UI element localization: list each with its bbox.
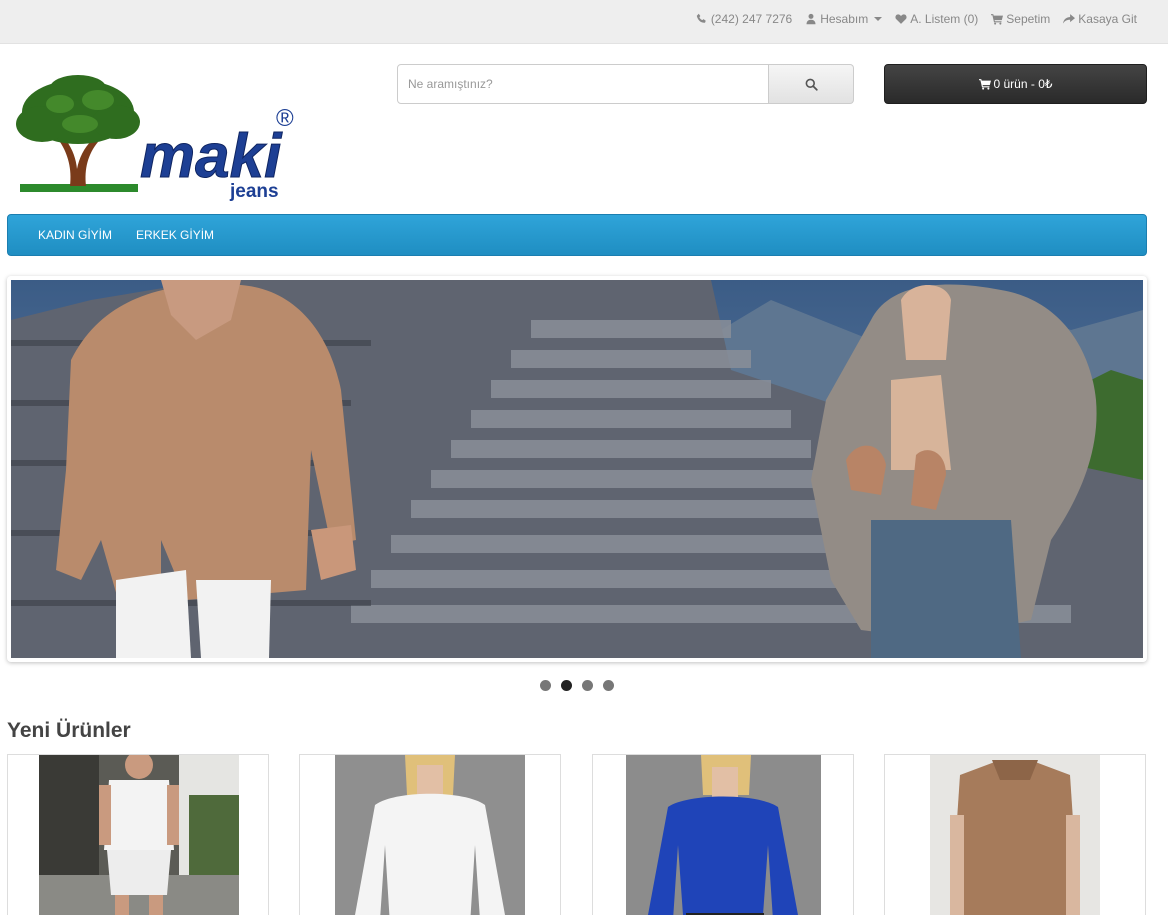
banner-slideshow[interactable] — [7, 276, 1147, 662]
product-image-men-outfit[interactable] — [39, 755, 239, 915]
cart-link[interactable]: Sepetim — [991, 12, 1050, 26]
search-bar — [397, 64, 854, 104]
cart-dropdown-button[interactable]: 0 ürün - 0₺ — [884, 64, 1147, 104]
slide-dot-2[interactable] — [561, 680, 572, 691]
caret-down-icon — [874, 17, 883, 21]
heart-icon — [895, 14, 907, 24]
slide-dot-1[interactable] — [540, 680, 551, 691]
menu-item-erkek-giyim[interactable]: ERKEK GİYİM — [124, 228, 226, 242]
logo-sub-text: jeans — [229, 181, 279, 202]
phone-icon — [696, 13, 706, 23]
wishlist-link[interactable]: A. Listem (0) — [895, 12, 978, 26]
product-grid — [7, 754, 1147, 915]
product-card[interactable] — [884, 754, 1146, 915]
top-bar: (242) 247 7276 Hesabım A. Listem (0) Sep… — [0, 0, 1168, 44]
product-card[interactable] — [7, 754, 269, 915]
logo-tree-foliage — [16, 75, 140, 144]
maki-jeans-logo: maki jeans ® — [16, 75, 294, 202]
banner-slide[interactable] — [11, 280, 1143, 658]
search-button[interactable] — [769, 64, 854, 104]
search-icon — [805, 78, 818, 91]
top-links: (242) 247 7276 Hesabım A. Listem (0) Sep… — [696, 0, 1137, 38]
wishlist-label: A. Listem (0) — [910, 12, 979, 26]
menu-item-kadin-giyim[interactable]: KADIN GİYİM — [26, 228, 124, 242]
banner-image — [11, 280, 1143, 658]
cart-total-label: 0 ürün - 0₺ — [993, 77, 1053, 91]
search-input[interactable] — [397, 64, 769, 104]
slideshow-pagination — [540, 680, 614, 691]
slide-dot-4[interactable] — [603, 680, 614, 691]
category-menu: KADIN GİYİM ERKEK GİYİM — [7, 214, 1147, 256]
product-card[interactable] — [592, 754, 854, 915]
shopping-cart-icon — [978, 79, 991, 90]
section-title: Yeni Ürünler — [7, 719, 131, 742]
phone-number: (242) 247 7276 — [710, 12, 793, 26]
product-image-white-top[interactable] — [335, 755, 525, 915]
slide-dot-3[interactable] — [582, 680, 593, 691]
share-arrow-icon — [1063, 14, 1076, 24]
store-logo[interactable]: maki jeans ® — [10, 74, 305, 204]
shopping-cart-icon — [991, 14, 1004, 25]
product-image-blue-top[interactable] — [626, 755, 821, 915]
account-dropdown[interactable]: Hesabım — [805, 12, 883, 26]
product-card[interactable] — [299, 754, 561, 915]
user-icon — [806, 13, 816, 25]
account-label: Hesabım — [820, 12, 869, 26]
phone-link[interactable]: (242) 247 7276 — [696, 12, 792, 26]
logo-tree-trunk — [60, 140, 98, 186]
registered-mark: ® — [276, 105, 294, 132]
product-image-knit-vest[interactable] — [930, 755, 1100, 915]
checkout-label: Kasaya Git — [1078, 12, 1137, 26]
checkout-link[interactable]: Kasaya Git — [1063, 12, 1137, 26]
cart-label: Sepetim — [1006, 12, 1051, 26]
